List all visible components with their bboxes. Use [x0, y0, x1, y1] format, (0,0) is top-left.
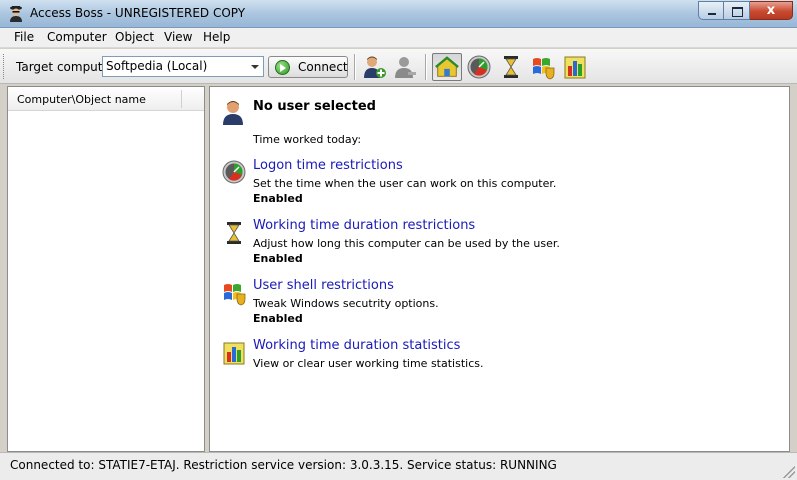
menu-computer[interactable]: Computer — [47, 30, 107, 44]
title-bar: Access Boss - UNREGISTERED COPY x — [0, 0, 797, 28]
windows-shield-icon — [224, 284, 246, 306]
section-status: Enabled — [253, 312, 303, 325]
section-description: Adjust how long this computer can be use… — [253, 237, 560, 250]
object-tree-panel[interactable]: Computer\Object name — [7, 86, 205, 452]
working-time-duration-statistics-link[interactable]: Working time duration statistics — [253, 338, 460, 353]
window-title: Access Boss - UNREGISTERED COPY — [30, 6, 246, 20]
connect-button[interactable]: Connect — [268, 56, 348, 78]
status-text: Connected to: STATIE7-ETAJ. Restriction … — [10, 458, 557, 472]
details-panel: No user selected Time worked today: Logo… — [209, 86, 790, 452]
toolbar: Target computer Softpedia (Local) Connec… — [0, 49, 797, 84]
logon-time-restrictions-link[interactable]: Logon time restrictions — [253, 158, 403, 173]
hourglass-icon[interactable] — [498, 54, 524, 80]
menu-object[interactable]: Object — [115, 30, 154, 44]
target-computer-combobox[interactable]: Softpedia (Local) — [102, 56, 264, 77]
app-logo-icon — [10, 6, 22, 22]
target-computer-label: Target computer — [16, 60, 115, 74]
user-shell-restrictions-link[interactable]: User shell restrictions — [253, 278, 394, 293]
menu-view[interactable]: View — [164, 30, 192, 44]
section-status: Enabled — [253, 192, 303, 205]
section-description: Tweak Windows secutrity options. — [253, 297, 439, 310]
column-header[interactable]: Computer\Object name — [8, 87, 204, 111]
toolbar-separator — [425, 54, 427, 80]
time-worked-label: Time worked today: — [253, 133, 362, 146]
user-disabled-icon[interactable] — [392, 54, 418, 80]
resize-grip[interactable] — [783, 466, 795, 478]
column-header-label: Computer\Object name — [17, 93, 146, 106]
user-icon — [223, 101, 243, 125]
statistics-icon — [223, 342, 245, 365]
menu-file[interactable]: File — [14, 30, 34, 44]
target-computer-value[interactable]: Softpedia (Local) — [106, 59, 207, 73]
clock-icon — [222, 160, 246, 184]
close-icon: x — [766, 3, 776, 18]
menu-help[interactable]: Help — [203, 30, 230, 44]
section-description: View or clear user working time statisti… — [253, 357, 484, 370]
chevron-down-icon[interactable] — [247, 58, 262, 75]
home-icon[interactable] — [432, 53, 462, 81]
section-description: Set the time when the user can work on t… — [253, 177, 557, 190]
toolbar-separator — [354, 54, 356, 80]
status-bar: Connected to: STATIE7-ETAJ. Restriction … — [0, 452, 797, 480]
column-resize-handle[interactable] — [181, 90, 182, 108]
windows-shield-icon[interactable] — [530, 54, 556, 80]
working-time-duration-restrictions-link[interactable]: Working time duration restrictions — [253, 218, 475, 233]
selected-user-title: No user selected — [253, 99, 376, 114]
add-user-icon[interactable] — [361, 54, 387, 80]
section-status: Enabled — [253, 252, 303, 265]
window-controls: x — [698, 1, 793, 21]
statistics-icon[interactable] — [562, 54, 588, 80]
menu-bar: File Computer Object View Help — [0, 28, 797, 48]
clock-icon[interactable] — [466, 54, 492, 80]
maximize-button[interactable] — [724, 1, 750, 20]
connect-button-label: Connect — [298, 60, 348, 74]
play-icon — [275, 60, 290, 75]
minimize-button[interactable] — [698, 1, 724, 20]
hourglass-icon — [227, 222, 241, 244]
toolbar-grip[interactable] — [3, 54, 6, 79]
close-button[interactable]: x — [750, 1, 793, 20]
